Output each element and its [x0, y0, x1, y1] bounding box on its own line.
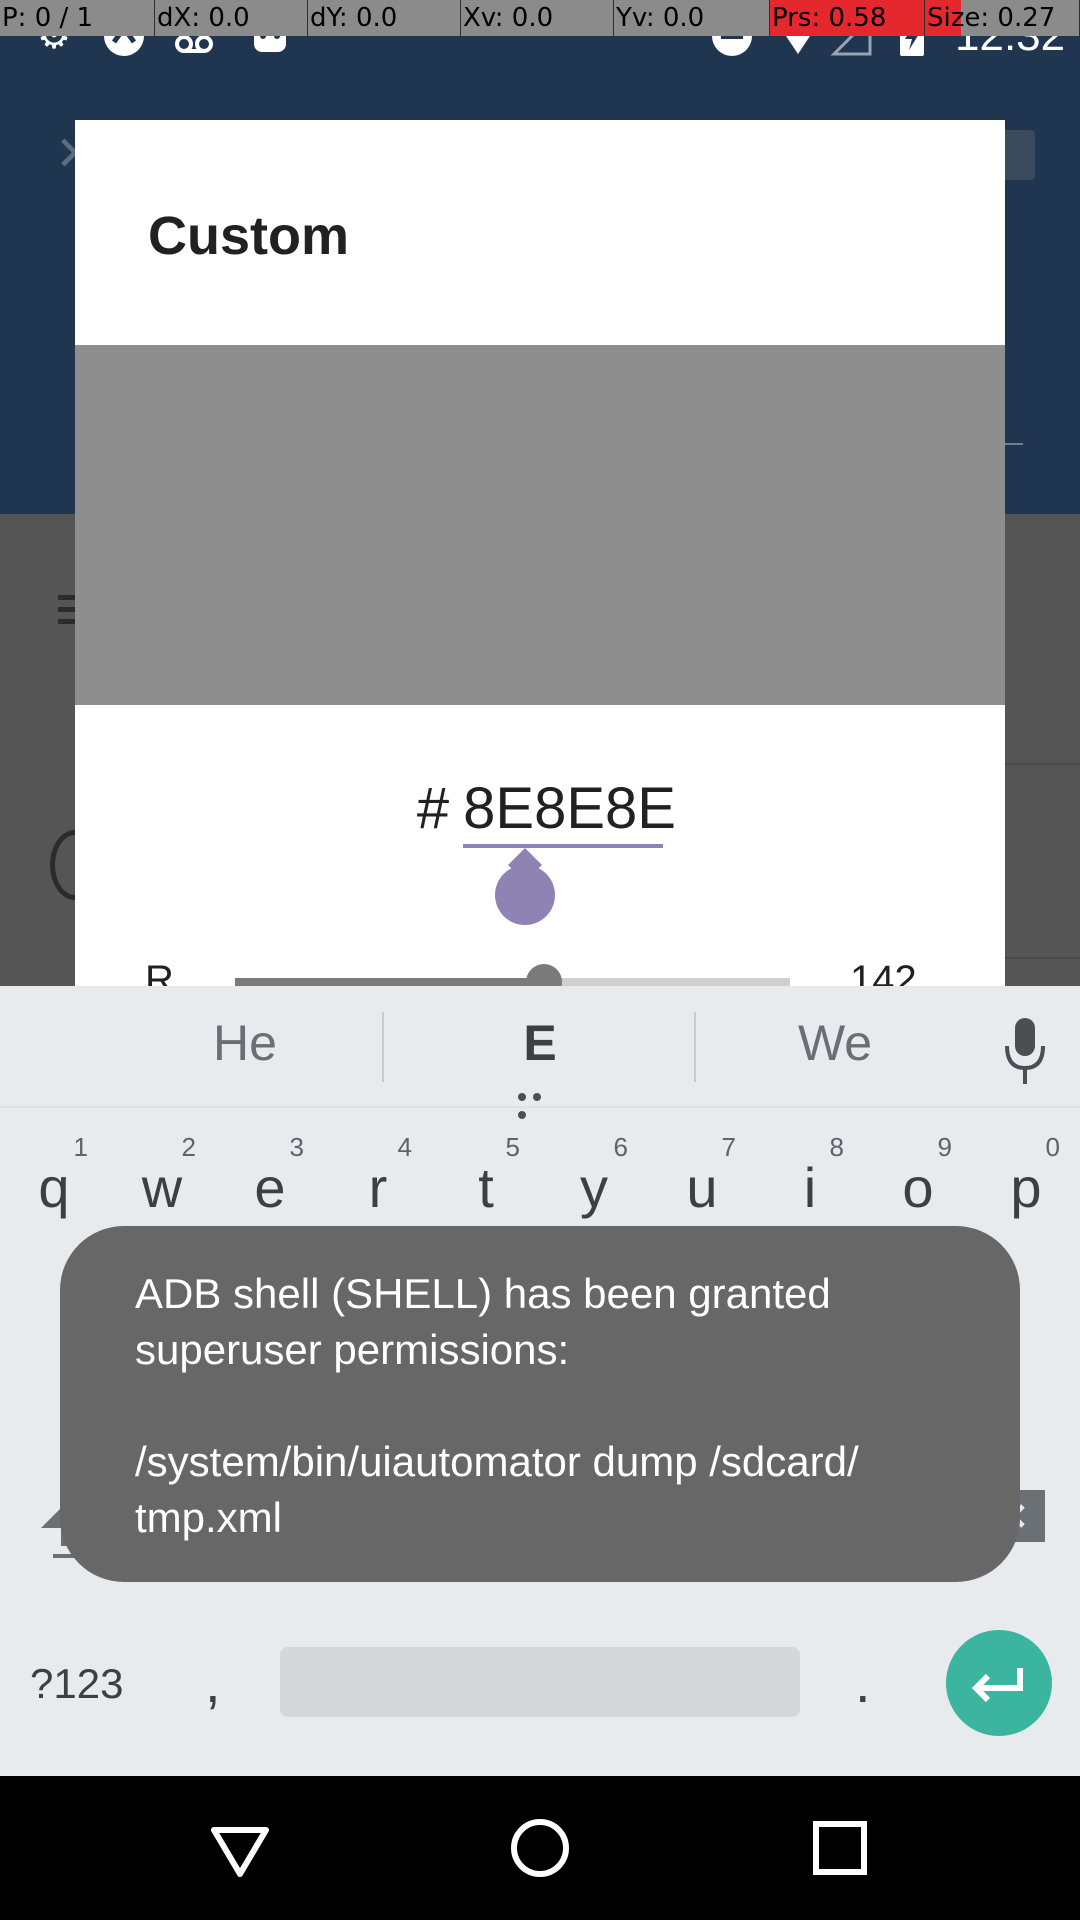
key-t[interactable]: t5	[432, 1132, 540, 1238]
key-number-hint: 8	[829, 1132, 844, 1162]
symbols-key[interactable]: ?123	[30, 1660, 123, 1708]
space-key[interactable]	[280, 1647, 800, 1717]
pointer-size: Size: 0.27	[925, 0, 1080, 36]
hex-input[interactable]: 8E8E8E	[463, 775, 676, 848]
enter-key[interactable]	[946, 1630, 1052, 1736]
red-slider-label: R	[145, 958, 174, 986]
red-slider-fill	[235, 978, 544, 986]
key-i[interactable]: i8	[756, 1132, 864, 1238]
key-r[interactable]: r4	[324, 1132, 432, 1238]
custom-color-dialog: Custom #8E8E8E R 142	[75, 120, 1005, 986]
key-number-hint: 0	[1045, 1132, 1060, 1162]
recents-icon[interactable]	[800, 1808, 880, 1888]
microphone-icon[interactable]	[1004, 1016, 1046, 1086]
more-suggestions-icon[interactable]	[518, 1088, 562, 1119]
key-label: w	[141, 1156, 183, 1219]
hex-prefix: #	[416, 776, 450, 841]
suggestion-3[interactable]: We	[735, 1014, 935, 1072]
suggestion-1[interactable]: He	[145, 1014, 345, 1072]
key-number-hint: 2	[181, 1132, 196, 1162]
key-label: y	[580, 1156, 608, 1219]
period-key[interactable]: .	[855, 1650, 871, 1715]
key-label: q	[38, 1156, 70, 1219]
key-label: u	[686, 1156, 718, 1219]
suggestion-strip: He E We	[0, 986, 1080, 1119]
key-number-hint: 4	[397, 1132, 412, 1162]
comma-key[interactable]: ,	[205, 1650, 221, 1715]
toast-text: ADB shell (SHELL) has been granted super…	[135, 1270, 859, 1541]
toast-message: ADB shell (SHELL) has been granted super…	[60, 1226, 1020, 1582]
key-y[interactable]: y6	[540, 1132, 648, 1238]
key-e[interactable]: e3	[216, 1132, 324, 1238]
key-q[interactable]: q1	[0, 1132, 108, 1238]
key-w[interactable]: w2	[108, 1132, 216, 1238]
dialog-title: Custom	[148, 206, 349, 266]
pointer-dx: dX: 0.0	[155, 0, 308, 36]
color-preview	[75, 345, 1005, 705]
key-label: i	[803, 1156, 817, 1219]
navigation-bar	[0, 1776, 1080, 1920]
red-slider-value: 142	[850, 958, 917, 986]
pointer-location-overlay: P: 0 / 1 dX: 0.0 dY: 0.0 Xv: 0.0 Yv: 0.0…	[0, 0, 1080, 36]
divider	[1005, 443, 1023, 445]
divider	[694, 1012, 696, 1082]
key-p[interactable]: p0	[972, 1132, 1080, 1238]
key-number-hint: 3	[289, 1132, 304, 1162]
back-icon[interactable]	[200, 1808, 280, 1888]
divider	[382, 1012, 384, 1082]
key-label: o	[902, 1156, 934, 1219]
key-o[interactable]: o9	[864, 1132, 972, 1238]
key-label: e	[254, 1156, 286, 1219]
key-label: p	[1010, 1156, 1042, 1219]
suggestion-2[interactable]: E	[440, 1014, 640, 1072]
pointer-xv: Xv: 0.0	[461, 0, 614, 36]
key-number-hint: 1	[73, 1132, 88, 1162]
key-number-hint: 9	[937, 1132, 952, 1162]
key-number-hint: 7	[721, 1132, 736, 1162]
pointer-yv: Yv: 0.0	[614, 0, 770, 36]
divider	[1005, 763, 1080, 765]
home-icon[interactable]	[500, 1808, 580, 1888]
divider	[1005, 957, 1080, 959]
pointer-dy: dY: 0.0	[308, 0, 461, 36]
text-cursor-handle[interactable]	[495, 865, 555, 925]
red-slider-thumb[interactable]	[526, 964, 562, 986]
pointer-count: P: 0 / 1	[0, 0, 155, 36]
key-u[interactable]: u7	[648, 1132, 756, 1238]
key-number-hint: 5	[505, 1132, 520, 1162]
key-number-hint: 6	[613, 1132, 628, 1162]
key-label: r	[368, 1156, 388, 1219]
key-label: t	[478, 1156, 494, 1219]
hex-row: #8E8E8E	[75, 775, 1005, 848]
pointer-pressure: Prs: 0.58	[770, 0, 925, 36]
